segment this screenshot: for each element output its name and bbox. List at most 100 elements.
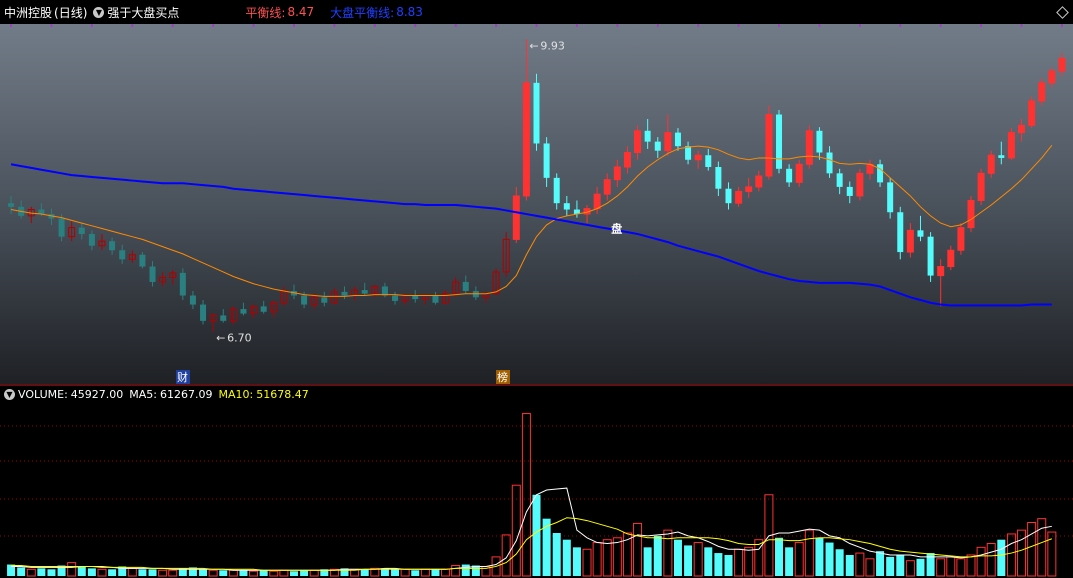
volume-bar bbox=[1027, 521, 1037, 577]
candle-body bbox=[644, 130, 651, 142]
volume-bar bbox=[77, 566, 86, 576]
volume-bar bbox=[673, 539, 682, 576]
candle-body bbox=[149, 266, 156, 282]
volume-bar bbox=[744, 546, 754, 577]
volume-bar bbox=[602, 539, 612, 577]
ma5-value: 61267.09 bbox=[160, 387, 213, 401]
candle-body bbox=[877, 164, 884, 183]
volume-bar bbox=[87, 568, 96, 576]
volume-bar bbox=[633, 522, 643, 577]
volume-bar bbox=[855, 552, 865, 577]
volume-chart[interactable] bbox=[0, 402, 1073, 578]
candle-body bbox=[8, 203, 15, 207]
volume-bar bbox=[360, 569, 369, 576]
volume-bar bbox=[411, 570, 420, 576]
volume-header: ▼ VOLUME: 45927.00 MA5: 61267.09 MA10: 5… bbox=[0, 386, 309, 402]
candle-body bbox=[78, 227, 85, 234]
indicator-name[interactable]: 强于大盘买点 bbox=[107, 4, 179, 21]
candle-body bbox=[1007, 132, 1015, 159]
candle-body bbox=[977, 172, 985, 201]
candle-body bbox=[694, 154, 702, 161]
candle-body bbox=[897, 212, 904, 253]
volume-bar bbox=[108, 569, 117, 576]
stock-name: 中洲控股 bbox=[4, 5, 53, 20]
volume-bar bbox=[249, 570, 259, 577]
volume-bar bbox=[785, 547, 794, 576]
candle-body bbox=[321, 297, 328, 303]
candle-body bbox=[432, 295, 439, 303]
candle-body bbox=[1018, 124, 1026, 134]
candle-body bbox=[1038, 82, 1046, 102]
volume-bar bbox=[391, 569, 400, 576]
volume-bar bbox=[775, 537, 784, 576]
ma10-label: MA10: bbox=[218, 387, 254, 401]
candle-body bbox=[603, 179, 611, 195]
volume-bar bbox=[158, 569, 168, 577]
candle-body bbox=[715, 166, 722, 189]
candle-body bbox=[512, 195, 520, 240]
candle-body bbox=[58, 218, 65, 237]
volume-bar bbox=[704, 547, 713, 576]
candle-body bbox=[563, 203, 570, 210]
candle-body bbox=[765, 114, 773, 177]
candle-body bbox=[906, 229, 914, 253]
balance-line-label: 平衡线: bbox=[245, 5, 286, 20]
bang-marker[interactable]: 榜 bbox=[497, 370, 508, 384]
market-balance-value: 8.83 bbox=[396, 5, 423, 19]
volume-bar bbox=[501, 534, 511, 577]
volume-bar bbox=[431, 569, 440, 576]
candle-body bbox=[361, 290, 368, 294]
volume-bar bbox=[199, 569, 208, 576]
volume-bar bbox=[239, 570, 248, 576]
volume-bar bbox=[734, 548, 744, 577]
candle-body bbox=[341, 291, 348, 296]
candle-body bbox=[755, 175, 763, 188]
volume-bar bbox=[228, 569, 238, 577]
settings-diamond-icon[interactable] bbox=[1056, 6, 1069, 19]
volume-bar bbox=[986, 543, 996, 577]
candle-body bbox=[88, 233, 95, 246]
volume-bar bbox=[693, 542, 703, 577]
candlestick-chart[interactable]: 9.93 ← 6.70 ← 盘 财 榜 bbox=[0, 24, 1073, 386]
volume-bar bbox=[219, 570, 228, 576]
cai-marker[interactable]: 财 bbox=[177, 370, 188, 384]
volume-bar bbox=[279, 569, 289, 577]
volume-bars-group bbox=[7, 413, 1057, 577]
market-balance-label: 大盘平衡线: bbox=[330, 5, 395, 20]
volume-bar bbox=[916, 558, 925, 576]
candle-body bbox=[987, 154, 995, 174]
candle-body bbox=[947, 249, 955, 268]
candle-body bbox=[887, 182, 894, 213]
volume-bar bbox=[815, 537, 824, 576]
candle-body bbox=[856, 172, 864, 197]
volume-bar bbox=[97, 568, 107, 577]
candle-body bbox=[613, 166, 621, 181]
volume-bar bbox=[1047, 531, 1057, 577]
volume-bar bbox=[865, 558, 875, 577]
volume-bar bbox=[876, 551, 885, 576]
candle-body bbox=[139, 254, 146, 267]
candle-body bbox=[705, 155, 712, 167]
indicator-dropdown-icon[interactable]: ▼ bbox=[93, 6, 105, 18]
volume-bar bbox=[804, 529, 814, 577]
balance-line-value: 8.47 bbox=[287, 5, 315, 19]
candle-body bbox=[634, 130, 642, 154]
volume-bar bbox=[714, 553, 723, 576]
volume-bar bbox=[37, 568, 46, 576]
volume-bar bbox=[26, 568, 36, 577]
candle-body bbox=[654, 141, 661, 151]
volume-bar bbox=[684, 545, 693, 576]
volume-bar bbox=[976, 546, 986, 577]
candle-body bbox=[392, 295, 399, 301]
candle-body bbox=[725, 188, 732, 204]
low-arrow-icon: ← bbox=[216, 332, 225, 345]
low-price-label: 6.70 bbox=[227, 332, 252, 345]
candle-body bbox=[240, 309, 247, 314]
candle-body bbox=[735, 190, 743, 204]
candle-body bbox=[623, 152, 631, 168]
volume-dropdown-icon[interactable]: ▼ bbox=[4, 388, 15, 400]
candle-body bbox=[119, 250, 126, 260]
volume-bar bbox=[966, 554, 976, 577]
volume-bar bbox=[886, 556, 895, 576]
volume-bar bbox=[825, 542, 834, 576]
